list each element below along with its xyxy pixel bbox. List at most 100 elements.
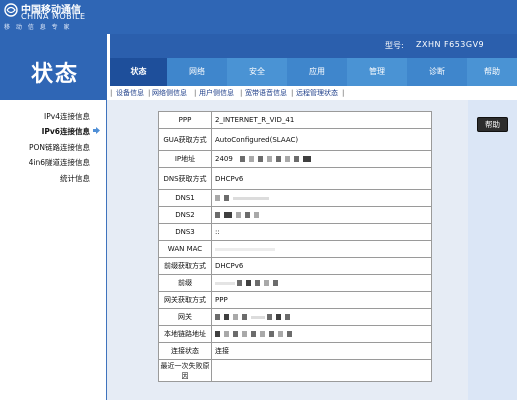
submenu-voice-info[interactable]: 宽带语音信息 (245, 86, 287, 100)
help-panel (468, 100, 517, 400)
row-label: DNS3 (158, 223, 212, 241)
row-label: DNS1 (158, 189, 212, 207)
redacted-streak (251, 315, 265, 319)
row-value: :: (211, 223, 432, 241)
table-row: 本地链路地址 (158, 325, 432, 343)
redacted-streak (215, 281, 235, 285)
tab-status[interactable]: 状态 (110, 58, 167, 86)
tab-application[interactable]: 应用 (287, 58, 347, 86)
tab-security[interactable]: 安全 (227, 58, 287, 86)
redacted-streak (233, 196, 269, 200)
tab-network[interactable]: 网络 (167, 58, 227, 86)
sidebar-item-pon[interactable]: PON链路连接信息 (0, 142, 107, 153)
model-label: 型号: (385, 41, 404, 50)
submenu-separator: | (110, 89, 113, 97)
tab-diagnostics[interactable]: 诊断 (407, 58, 467, 86)
china-mobile-logo (4, 3, 18, 17)
sidebar-item-4in6[interactable]: 4in6隧道连接信息 (0, 157, 107, 168)
redacted-block (215, 195, 220, 201)
brand-name-en: CHINA MOBILE (21, 12, 86, 21)
redacted-block (242, 331, 247, 337)
submenu-separator: | (240, 89, 243, 97)
submenu-user-info[interactable]: 用户侧信息 (199, 86, 234, 100)
table-row: IP地址 2409 (158, 150, 432, 168)
submenu-device-info[interactable]: 设备信息 (116, 86, 144, 100)
brand-slogan: 移 动 信 息 专 家 (4, 24, 72, 31)
arrow-right-icon (93, 127, 100, 134)
sidebar-item-ipv6[interactable]: IPv6连接信息 (0, 126, 107, 137)
table-row: DNS1 (158, 189, 432, 207)
row-label: DNS2 (158, 206, 212, 224)
submenu-remote-mgmt[interactable]: 远程管理状态 (296, 86, 338, 100)
submenu-separator: | (291, 89, 294, 97)
row-label: DNS获取方式 (158, 167, 212, 190)
redacted-block (302, 156, 311, 162)
sidebar-item-stats[interactable]: 统计信息 (0, 173, 107, 184)
row-value: 2_INTERNET_R_VID_41 (211, 111, 432, 129)
page-title: 状态 (31, 62, 80, 87)
redacted-block (269, 331, 274, 337)
redacted-block (255, 280, 261, 286)
table-row: GUA获取方式 AutoConfigured(SLAAC) (158, 128, 432, 151)
row-label: IP地址 (158, 150, 212, 168)
redacted-block (266, 156, 272, 162)
ipv6-connection-table: PPP 2_INTERNET_R_VID_41 GUA获取方式 AutoConf… (158, 111, 432, 382)
redacted-block (239, 156, 245, 162)
redacted-block (276, 314, 282, 320)
redacted-block (224, 195, 229, 201)
submenu-separator: | (194, 89, 197, 97)
redacted-block (237, 280, 243, 286)
redacted-block (233, 314, 238, 320)
redacted-block (267, 314, 273, 320)
sidebar-item-ipv4[interactable]: IPv4连接信息 (0, 111, 107, 122)
table-row: 连接状态 连接 (158, 342, 432, 360)
row-value (211, 325, 432, 343)
table-row: DNS获取方式 DHCPv6 (158, 167, 432, 190)
redacted-block (242, 314, 247, 320)
redacted-block (257, 156, 263, 162)
redacted-block (287, 331, 292, 337)
redacted-block (245, 212, 250, 218)
table-row: 前缀 (158, 274, 432, 292)
redacted-block (284, 156, 290, 162)
row-value (211, 240, 432, 258)
row-value: 连接 (211, 342, 432, 360)
row-value: DHCPv6 (211, 257, 432, 275)
row-value: PPP (211, 291, 432, 309)
row-label: 连接状态 (158, 342, 212, 360)
submenu-separator: | (342, 89, 345, 97)
redacted-block (254, 212, 259, 218)
redacted-block (215, 212, 220, 218)
row-value (211, 308, 432, 326)
submenu-network-info[interactable]: 网络侧信息 (152, 86, 187, 100)
row-label: 本地链路地址 (158, 325, 212, 343)
row-value (211, 274, 432, 292)
table-row: PPP 2_INTERNET_R_VID_41 (158, 111, 432, 129)
redacted-streak (215, 247, 275, 251)
tab-management[interactable]: 管理 (347, 58, 407, 86)
redacted-block (215, 331, 220, 337)
redacted-block (278, 331, 283, 337)
table-row: 网关 (158, 308, 432, 326)
help-button[interactable]: 帮助 (477, 117, 508, 132)
table-row: 网关获取方式 PPP (158, 291, 432, 309)
redacted-block (233, 331, 238, 337)
row-value (211, 206, 432, 224)
tab-help[interactable]: 帮助 (467, 58, 517, 86)
redacted-block (264, 280, 270, 286)
row-value: AutoConfigured(SLAAC) (211, 128, 432, 151)
row-label: 前缀 (158, 274, 212, 292)
redacted-block (224, 314, 229, 320)
redacted-block (224, 331, 229, 337)
redacted-block (273, 280, 279, 286)
row-value: 2409 (211, 150, 432, 168)
row-label: WAN MAC (158, 240, 212, 258)
table-row: DNS2 (158, 206, 432, 224)
redacted-block (246, 280, 252, 286)
row-label: 网关获取方式 (158, 291, 212, 309)
table-row: DNS3 :: (158, 223, 432, 241)
redacted-block (275, 156, 281, 162)
row-label: GUA获取方式 (158, 128, 212, 151)
redacted-block (215, 314, 220, 320)
table-row: 最近一次失败原因 (158, 359, 432, 382)
